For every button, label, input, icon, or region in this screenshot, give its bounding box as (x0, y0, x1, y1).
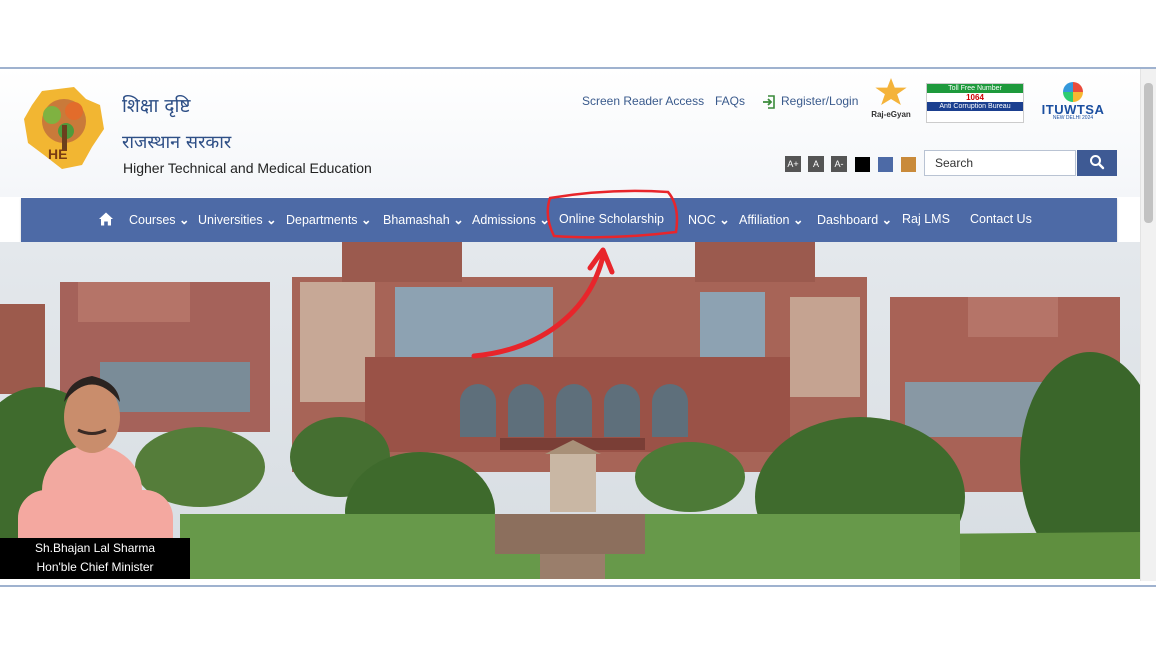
nav-item-contact-us[interactable]: Contact Us (970, 212, 1032, 226)
nav-item-raj-lms[interactable]: Raj LMS (902, 212, 950, 226)
chevron-down-icon: ⌄ (361, 213, 372, 227)
logo-letters: HE (48, 146, 67, 162)
nav-item-courses[interactable]: Courses ⌄ (129, 212, 190, 227)
department-logo[interactable]: HE (22, 85, 106, 171)
toll-free-banner[interactable]: Toll Free Number 1064 Anti Corruption Bu… (926, 83, 1024, 123)
scrollbar-thumb[interactable] (1144, 83, 1153, 223)
toll-free-number: 1064 (966, 93, 984, 102)
page-scrollbar[interactable] (1140, 69, 1156, 581)
login-icon (763, 95, 775, 109)
nav-item-bhamashah[interactable]: Bhamashah ⌄ (383, 212, 464, 227)
theme-brown-button[interactable] (901, 157, 916, 172)
nav-item-universities[interactable]: Universities ⌄ (198, 212, 277, 227)
chief-minister-name: Sh.Bhajan Lal Sharma (34, 541, 156, 555)
raj-egyan-logo[interactable]: Raj-eGyan (868, 78, 914, 128)
ituwtsa-ring-icon (1063, 82, 1083, 102)
font-decrease-button[interactable]: A- (831, 156, 847, 172)
brand-hindi-subtitle: राजस्थान सरकार (122, 132, 232, 153)
brand-english-title: Higher Technical and Medical Education (123, 160, 372, 176)
raj-egyan-star-icon (875, 78, 907, 105)
hero-banner-image (0, 242, 1140, 579)
toll-free-label: Toll Free Number (927, 84, 1023, 93)
chevron-down-icon: ⌄ (719, 213, 730, 227)
chevron-down-icon: ⌄ (453, 213, 464, 227)
chevron-down-icon: ⌄ (179, 213, 190, 227)
nav-item-affiliation[interactable]: Affiliation ⌄ (739, 212, 803, 227)
screen-reader-link[interactable]: Screen Reader Access (582, 94, 704, 108)
brand-hindi-title: शिक्षा दृष्टि (122, 95, 191, 117)
search-button[interactable] (1077, 150, 1117, 176)
search-icon (1090, 154, 1105, 169)
chevron-down-icon: ⌄ (266, 213, 277, 227)
register-login-link[interactable]: Register/Login (781, 94, 858, 108)
raj-egyan-label: Raj-eGyan (871, 110, 911, 119)
search-input[interactable] (924, 150, 1076, 176)
chief-minister-title: Hon'ble Chief Minister (36, 560, 154, 574)
nav-item-departments[interactable]: Departments ⌄ (286, 212, 372, 227)
nav-item-dashboard[interactable]: Dashboard ⌄ (817, 212, 892, 227)
nav-item-admissions[interactable]: Admissions ⌄ (472, 212, 550, 227)
font-normal-button[interactable]: A (808, 156, 824, 172)
chevron-down-icon: ⌄ (881, 213, 893, 227)
anti-corruption-label: Anti Corruption Bureau (927, 102, 1023, 111)
theme-black-button[interactable] (855, 157, 870, 172)
font-increase-button[interactable]: A+ (785, 156, 801, 172)
annotation-highlight-ring (546, 189, 679, 239)
home-icon[interactable] (98, 211, 114, 227)
faqs-link[interactable]: FAQs (715, 94, 745, 108)
ituwtsa-logo[interactable]: ITUWTSA NEW DELHI 2024 (1040, 82, 1106, 124)
chevron-down-icon: ⌄ (792, 213, 804, 227)
theme-blue-button[interactable] (878, 157, 893, 172)
chief-minister-caption: Sh.Bhajan Lal Sharma Hon'ble Chief Minis… (0, 538, 190, 579)
nav-item-noc[interactable]: NOC ⌄ (688, 212, 730, 227)
